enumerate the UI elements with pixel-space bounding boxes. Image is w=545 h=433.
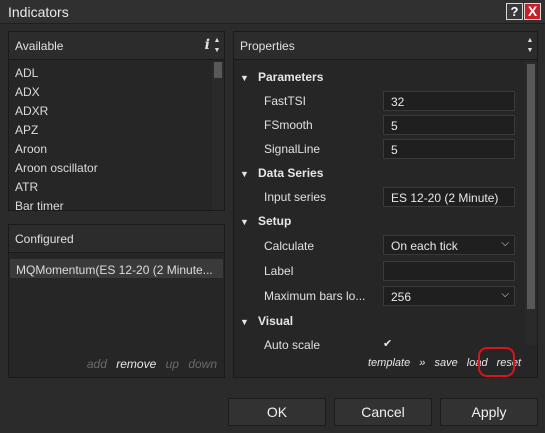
configured-title: Configured bbox=[15, 232, 74, 246]
configured-panel: Configured MQMomentum(ES 12-20 (2 Minute… bbox=[8, 224, 225, 378]
input-series-label: Input series bbox=[264, 190, 327, 204]
list-item[interactable]: Aroon oscillator bbox=[9, 157, 210, 176]
configured-item[interactable]: MQMomentum(ES 12-20 (2 Minute... bbox=[10, 259, 223, 278]
collapse-icon: ▼ bbox=[240, 169, 249, 179]
up-link[interactable]: up bbox=[166, 357, 179, 371]
spinner-icon[interactable]: ▲ ▼ bbox=[212, 36, 222, 56]
available-scrollbar[interactable] bbox=[212, 62, 224, 210]
available-list: ADL ADX ADXR APZ Aroon Aroon oscillator … bbox=[9, 62, 210, 210]
separator: » bbox=[419, 357, 426, 369]
properties-title: Properties bbox=[240, 39, 295, 53]
input-series-field[interactable]: ES 12-20 (2 Minute) bbox=[383, 187, 515, 207]
highlight-circle bbox=[478, 347, 515, 377]
collapse-icon: ▼ bbox=[240, 73, 249, 83]
section-setup[interactable]: ▼ Setup bbox=[240, 214, 291, 234]
label-label: Label bbox=[264, 264, 294, 278]
scrollbar-thumb[interactable] bbox=[214, 62, 222, 78]
save-link[interactable]: save bbox=[434, 357, 457, 369]
list-item[interactable]: Aroon bbox=[9, 138, 210, 157]
configured-header: Configured bbox=[9, 225, 224, 253]
window-title: Indicators bbox=[8, 4, 69, 20]
fast-tsi-label: FastTSI bbox=[264, 94, 307, 108]
collapse-icon: ▼ bbox=[240, 217, 249, 227]
chevron-down-icon: ⌵ bbox=[501, 238, 509, 249]
section-visual[interactable]: ▼ Visual bbox=[240, 314, 293, 334]
list-item[interactable]: APZ bbox=[9, 119, 210, 138]
available-title: Available bbox=[15, 39, 64, 53]
list-item[interactable]: Bar timer bbox=[9, 195, 210, 210]
add-link[interactable]: add bbox=[87, 357, 107, 371]
max-bars-select[interactable]: 256 ⌵ bbox=[383, 286, 515, 306]
calculate-select[interactable]: On each tick ⌵ bbox=[383, 235, 515, 255]
label-input[interactable] bbox=[383, 261, 515, 281]
apply-button[interactable]: Apply bbox=[440, 398, 538, 426]
chevron-down-icon: ⌵ bbox=[501, 289, 509, 300]
title-bar: Indicators ? X bbox=[0, 0, 545, 24]
max-bars-value: 256 bbox=[391, 290, 412, 304]
properties-panel: Properties ▲ ▼ ▼ Parameters FastTSI 32 FSm… bbox=[233, 31, 538, 378]
list-item[interactable]: ADXR bbox=[9, 100, 210, 119]
info-icon[interactable]: i bbox=[205, 37, 210, 53]
section-data-series[interactable]: ▼ Data Series bbox=[240, 166, 323, 186]
remove-link[interactable]: remove bbox=[116, 357, 156, 371]
scrollbar-thumb[interactable] bbox=[527, 64, 535, 309]
list-item[interactable]: ADL bbox=[9, 62, 210, 81]
properties-header: Properties ▲ ▼ bbox=[234, 32, 537, 60]
list-item[interactable]: ADX bbox=[9, 81, 210, 100]
available-panel: Available i ▲ ▼ ADL ADX ADXR APZ Aroon Ar… bbox=[8, 31, 225, 211]
list-item[interactable]: ATR bbox=[9, 176, 210, 195]
help-button[interactable]: ? bbox=[506, 3, 523, 20]
ok-button[interactable]: OK bbox=[228, 398, 326, 426]
down-link[interactable]: down bbox=[188, 357, 217, 371]
cancel-button[interactable]: Cancel bbox=[334, 398, 432, 426]
collapse-icon: ▼ bbox=[240, 317, 249, 327]
configured-actions: add remove up down bbox=[81, 357, 217, 371]
auto-scale-label: Auto scale bbox=[264, 338, 321, 352]
section-parameters[interactable]: ▼ Parameters bbox=[240, 70, 323, 90]
calculate-value: On each tick bbox=[391, 239, 458, 253]
calculate-label: Calculate bbox=[264, 239, 315, 253]
fsmooth-label: FSmooth bbox=[264, 118, 313, 132]
available-header: Available i ▲ ▼ bbox=[9, 32, 224, 60]
signal-line-input[interactable]: 5 bbox=[383, 139, 515, 159]
max-bars-label: Maximum bars lo... bbox=[264, 289, 366, 303]
properties-scrollbar[interactable] bbox=[525, 62, 537, 345]
close-button[interactable]: X bbox=[524, 3, 541, 20]
spinner-icon[interactable]: ▲ ▼ bbox=[525, 36, 535, 56]
fast-tsi-input[interactable]: 32 bbox=[383, 91, 515, 111]
signal-line-label: SignalLine bbox=[264, 142, 321, 156]
auto-scale-checkbox[interactable]: ✔ bbox=[383, 337, 397, 351]
fsmooth-input[interactable]: 5 bbox=[383, 115, 515, 135]
template-link[interactable]: template bbox=[368, 357, 410, 369]
